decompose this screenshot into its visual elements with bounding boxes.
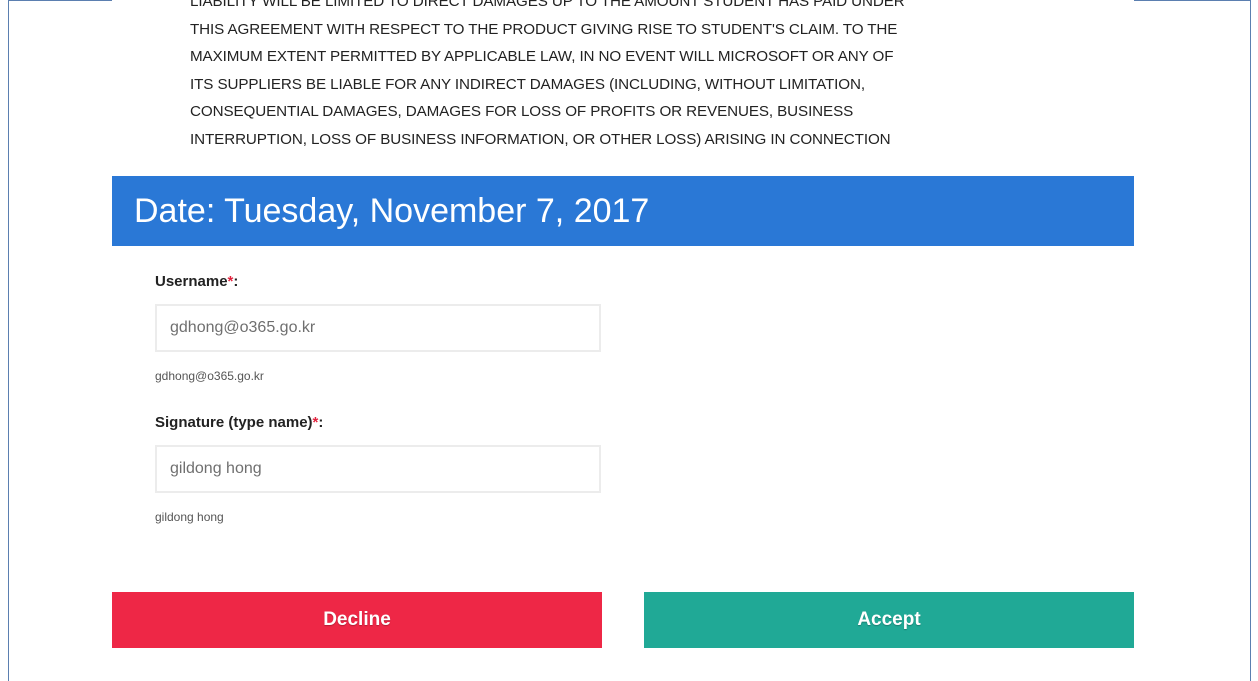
accept-button[interactable]: Accept — [644, 592, 1134, 648]
signature-input[interactable] — [155, 445, 601, 493]
username-label: Username*: — [155, 273, 238, 290]
label-colon: : — [233, 273, 239, 290]
agreement-text: LIABILITY WILL BE LIMITED TO DIRECT DAMA… — [190, 0, 905, 148]
label-colon: : — [318, 414, 324, 431]
username-input[interactable] — [155, 304, 601, 352]
signature-help-text: gildong hong — [155, 510, 224, 524]
username-help-text: gdhong@o365.go.kr — [155, 369, 264, 383]
agreement-textbox[interactable]: LIABILITY WILL BE LIMITED TO DIRECT DAMA… — [112, 0, 1134, 160]
signature-label-text: Signature (type name) — [155, 414, 313, 431]
username-label-text: Username — [155, 273, 228, 290]
date-header: Date: Tuesday, November 7, 2017 — [112, 176, 1134, 246]
decline-button[interactable]: Decline — [112, 592, 602, 648]
signature-label: Signature (type name)*: — [155, 414, 323, 431]
